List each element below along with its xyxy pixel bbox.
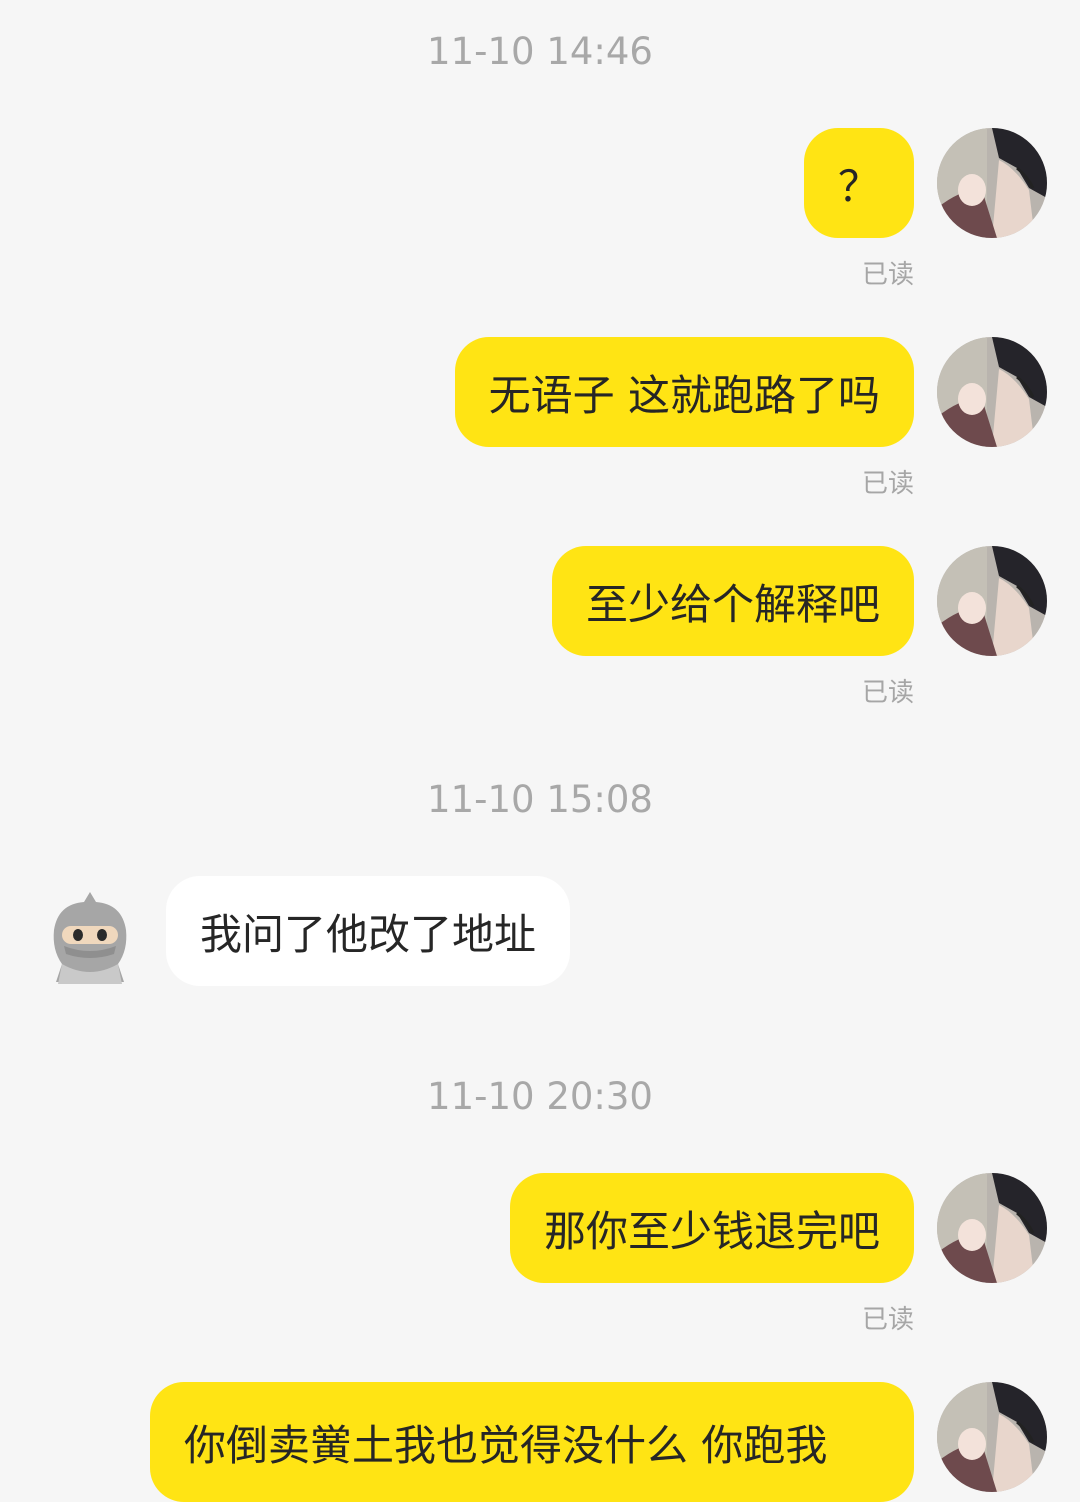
anime-boy-avatar-icon [937,128,1047,238]
timestamp: 11-10 20:30 [427,1075,653,1118]
message-text: 无语子 这就跑路了吗 [488,370,880,420]
message-text: 我问了他改了地址 [200,909,537,959]
timestamp: 11-10 14:46 [427,30,653,73]
self-avatar[interactable] [937,337,1047,447]
anime-boy-avatar-icon [937,1173,1047,1283]
message-text: 你倒卖黉土我也觉得没什么 你跑我 [184,1421,828,1470]
timestamp: 11-10 15:08 [427,778,653,821]
outgoing-message-bubble[interactable]: 你倒卖黉土我也觉得没什么 你跑我 [150,1382,914,1502]
read-receipt: 已读 [861,678,914,708]
outgoing-message-bubble[interactable]: 至少给个解释吧 [551,546,914,656]
read-receipt: 已读 [861,1305,914,1335]
chat-thread[interactable]: 11-10 14:46 ？ 已读 无语子 这就跑路了吗 已读 至少给个解释吧 已… [0,0,1080,1502]
self-avatar[interactable] [937,546,1047,656]
anime-boy-avatar-icon [937,546,1047,656]
incoming-message-bubble[interactable]: 我问了他改了地址 [166,876,571,986]
hooded-ninja-avatar-icon [53,892,127,984]
message-text: 那你至少钱退完吧 [543,1206,880,1256]
outgoing-message-bubble[interactable]: ？ [803,128,914,238]
outgoing-message-bubble[interactable]: 那你至少钱退完吧 [509,1173,914,1283]
self-avatar[interactable] [937,128,1047,238]
message-text: 至少给个解释吧 [585,579,880,629]
self-avatar[interactable] [937,1382,1047,1492]
read-receipt: 已读 [861,260,914,290]
outgoing-message-bubble[interactable]: 无语子 这就跑路了吗 [454,337,914,447]
anime-boy-avatar-icon [937,1382,1047,1492]
message-text: ？ [837,161,880,211]
read-receipt: 已读 [861,469,914,499]
self-avatar[interactable] [937,1173,1047,1283]
peer-avatar[interactable] [48,890,132,986]
anime-boy-avatar-icon [937,337,1047,447]
